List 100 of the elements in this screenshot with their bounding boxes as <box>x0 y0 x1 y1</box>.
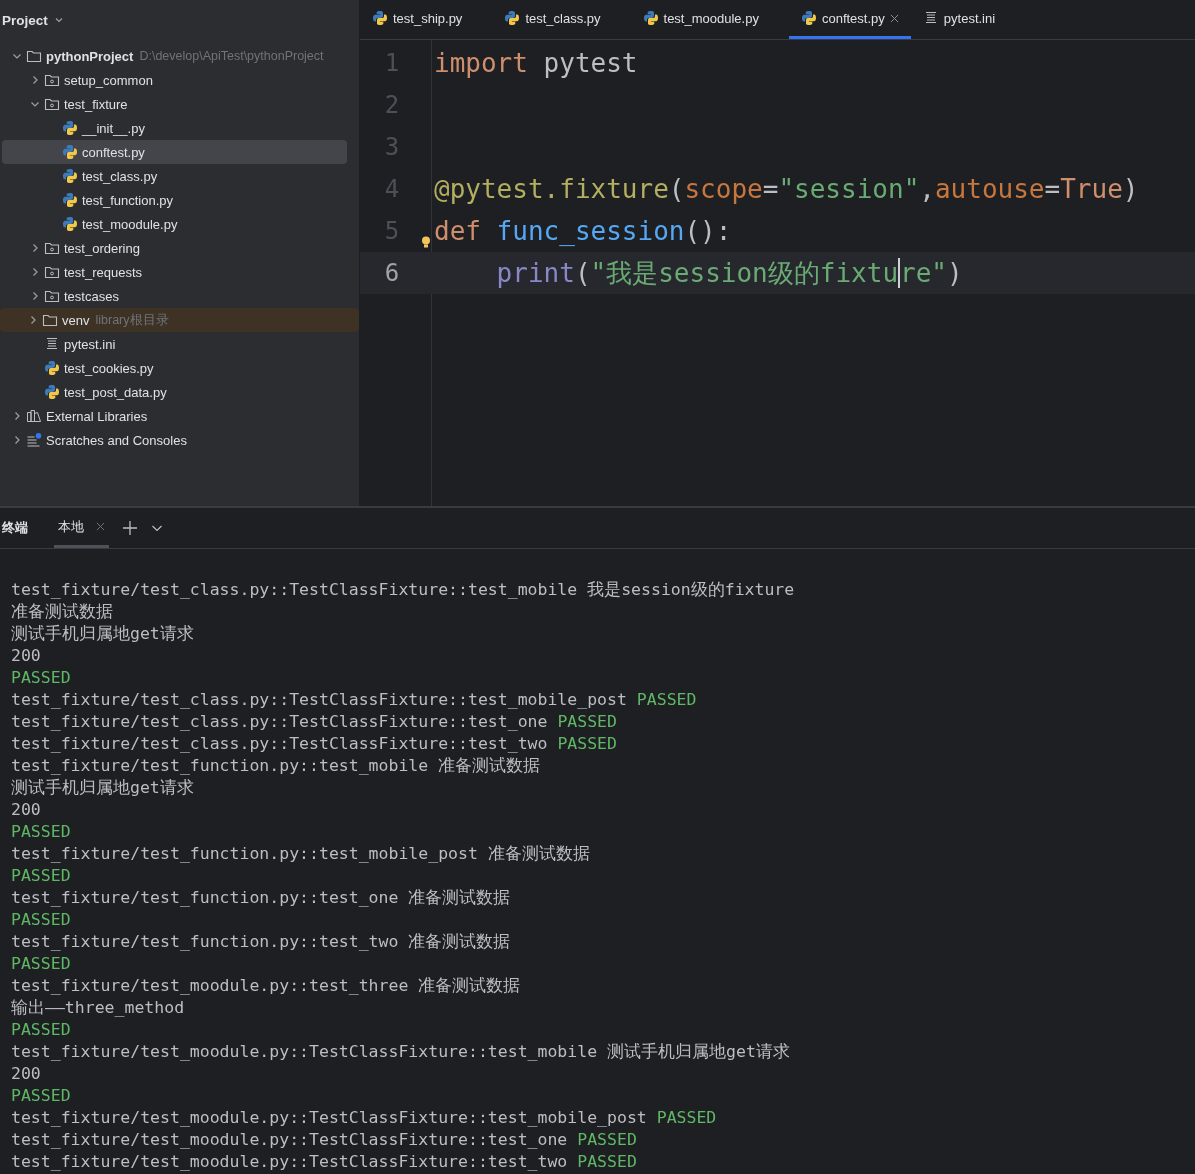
output-text: test_fixture/test_class.py::TestClassFixture::test_mobile 我是session级的fixture <box>11 580 795 599</box>
output-text: test_fixture/test_moodule.py::TestClassFixture::test_two <box>11 1152 568 1171</box>
tree-item[interactable]: pytest.ini <box>2 332 347 356</box>
python-file-icon <box>62 192 78 208</box>
code-token: re" <box>900 258 947 288</box>
output-text: test_fixture/test_moodule.py::TestClassFixture::test_one <box>11 1130 568 1149</box>
library-icon <box>26 408 42 424</box>
line-number: 6 <box>383 259 401 287</box>
folder-icon <box>44 288 60 304</box>
output-text: 输出——three_method <box>11 998 185 1017</box>
editor-tab[interactable]: test_ship.py <box>360 0 475 39</box>
code-token: ( <box>668 174 685 204</box>
panel-title[interactable]: Project <box>2 12 48 28</box>
result-status: PASSED <box>11 954 71 973</box>
output-text: 测试手机归属地get请求 <box>11 778 194 797</box>
python-file-icon <box>44 384 60 400</box>
code-token: , <box>919 174 935 204</box>
output-text: 200 <box>11 1064 41 1083</box>
tree-item[interactable]: test_moodule.py <box>2 212 347 236</box>
chevron-right-icon[interactable] <box>12 435 22 445</box>
tree-item[interactable]: test_function.py <box>2 188 347 212</box>
editor-tab[interactable]: pytest.ini <box>910 0 1008 39</box>
tree-item[interactable]: test_class.py <box>2 164 347 188</box>
add-icon[interactable] <box>123 521 137 535</box>
tree-item[interactable]: venv library根目录 <box>0 308 359 332</box>
chevron-down-icon[interactable] <box>30 99 40 109</box>
terminal-tab[interactable]: 本地 <box>54 508 109 548</box>
python-file-icon <box>62 120 78 136</box>
result-status: PASSED <box>11 668 71 687</box>
code-token: "session" <box>778 174 920 204</box>
editor-tab[interactable]: test_class.py <box>492 0 613 39</box>
path-hint: D:\develop\ApiTest\pythonProject <box>139 49 324 63</box>
code-token: = <box>1044 174 1061 204</box>
output-text: test_fixture/test_class.py::TestClassFixture::test_two <box>11 734 548 753</box>
tree-item[interactable]: test_requests <box>2 260 347 284</box>
code-token: pytest <box>542 48 638 78</box>
result-status: PASSED <box>577 1130 637 1149</box>
output-text: test_fixture/test_moodule.py::TestClassFixture::test_mobile 测试手机归属地get请求 <box>11 1042 790 1061</box>
editor-tab[interactable]: test_moodule.py <box>630 0 771 39</box>
code-token: ) <box>1122 174 1139 204</box>
tree-item[interactable]: testcases <box>2 284 347 308</box>
tree-item[interactable]: conftest.py <box>2 140 347 164</box>
code-token: = <box>762 174 779 204</box>
result-status: PASSED <box>557 734 617 753</box>
tree-item[interactable]: pythonProject D:\develop\ApiTest\pythonProject <box>2 44 347 68</box>
python-file-icon <box>62 144 78 160</box>
path-hint: library根目录 <box>95 311 169 329</box>
close-icon[interactable] <box>96 522 105 531</box>
chevron-right-icon[interactable] <box>30 243 40 253</box>
output-text: test_fixture/test_function.py::test_mobile 准备测试数据 <box>11 756 541 775</box>
folder-icon <box>44 96 60 112</box>
tree-item[interactable]: test_ordering <box>2 236 347 260</box>
python-file-icon <box>504 10 521 26</box>
chevron-right-icon[interactable] <box>12 411 22 421</box>
tree-item[interactable]: test_post_data.py <box>2 380 347 404</box>
folder-icon <box>44 264 60 280</box>
code-token: autouse <box>934 174 1045 204</box>
python-file-icon <box>44 360 60 376</box>
python-file-icon <box>62 216 78 232</box>
chevron-down-icon[interactable] <box>53 15 64 25</box>
chevron-right-icon[interactable] <box>30 75 40 85</box>
output-text: test_fixture/test_moodule.py::TestClassFixture::test_mobile_post <box>11 1108 647 1127</box>
folder-icon <box>26 48 42 64</box>
python-file-icon <box>372 10 388 26</box>
tree-item[interactable]: setup_common <box>2 68 347 92</box>
code-token: func_session <box>495 216 685 246</box>
result-status: PASSED <box>11 910 71 929</box>
folder-icon <box>44 240 60 256</box>
result-status: PASSED <box>557 712 617 731</box>
code-token: @pytest.fixture <box>434 174 669 204</box>
chevron-right-icon[interactable] <box>30 291 40 301</box>
output-text: test_fixture/test_moodule.py::test_three 准备测试数据 <box>11 976 521 995</box>
output-text: test_fixture/test_function.py::test_mobile_post 准备测试数据 <box>11 844 590 863</box>
output-text: 测试手机归属地get请求 <box>11 624 194 643</box>
tree-item[interactable]: test_fixture <box>2 92 347 116</box>
output-text: test_fixture/test_function.py::test_two 准备测试数据 <box>11 932 511 951</box>
output-text: test_fixture/test_class.py::TestClassFixture::test_mobile_post <box>11 690 627 709</box>
scratches-icon <box>26 432 42 448</box>
output-text: 200 <box>11 800 41 819</box>
chevron-right-icon[interactable] <box>30 267 40 277</box>
python-file-icon <box>800 10 817 26</box>
result-status: PASSED <box>11 822 71 841</box>
chevron-down-icon[interactable] <box>12 51 22 61</box>
code-token: True <box>1060 174 1123 204</box>
code-token: scope <box>684 174 763 204</box>
folder-icon <box>44 72 60 88</box>
tree-item[interactable]: Scratches and Consoles <box>2 428 347 452</box>
tree-item[interactable]: test_cookies.py <box>2 356 347 380</box>
output-text: 200 <box>11 646 41 665</box>
code-token: (): <box>684 216 732 246</box>
result-status: PASSED <box>636 690 697 709</box>
result-status: PASSED <box>11 1086 71 1105</box>
tree-item[interactable]: External Libraries <box>2 404 347 428</box>
lightbulb-icon[interactable] <box>421 236 431 248</box>
result-status: PASSED <box>577 1152 637 1171</box>
tree-item[interactable]: __init__.py <box>2 116 347 140</box>
output-text: 准备测试数据 <box>11 602 113 621</box>
code-token: "我是session级的fixtu <box>590 256 899 290</box>
close-icon[interactable] <box>889 13 899 23</box>
chevron-right-icon[interactable] <box>28 315 38 325</box>
